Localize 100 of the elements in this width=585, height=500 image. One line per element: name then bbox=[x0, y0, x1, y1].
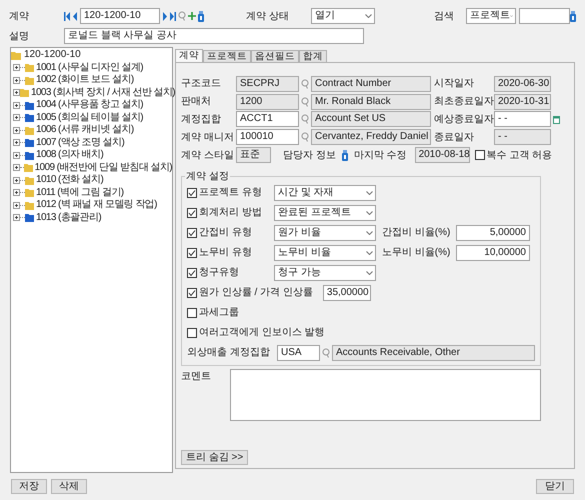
checkbox[interactable] bbox=[187, 328, 197, 338]
checkbox-label: 청구유형 bbox=[199, 266, 240, 280]
expander-icon[interactable] bbox=[13, 189, 20, 196]
name-field: Cervantez, Freddy Daniel bbox=[311, 129, 431, 146]
name-field: Contract Number bbox=[311, 76, 431, 92]
checkbox-label: 여러고객에게 인보이스 발행 bbox=[199, 326, 325, 340]
field-label: 계약 스타일 bbox=[181, 148, 235, 163]
checkbox[interactable] bbox=[474, 150, 485, 160]
last-record-icon[interactable] bbox=[170, 12, 176, 20]
checkbox[interactable] bbox=[187, 248, 197, 258]
code-field: 1200 bbox=[236, 94, 299, 110]
expander-icon[interactable] bbox=[13, 64, 20, 72]
field-label: 계정집합 bbox=[181, 112, 222, 127]
tree-item[interactable]: 1006 (서류 캐비넷 설치) bbox=[36, 124, 134, 136]
expander-icon[interactable] bbox=[13, 76, 20, 84]
expander-icon[interactable] bbox=[13, 139, 20, 146]
date-field: - - bbox=[494, 129, 551, 146]
field-label: 외상매출 계정집합 bbox=[187, 346, 271, 360]
tree-item[interactable]: 1007 (액상 조명 설치) bbox=[36, 136, 124, 149]
document-icon[interactable] bbox=[198, 10, 204, 22]
caret-icon bbox=[366, 250, 373, 255]
tree-item[interactable]: 1012 (벽 패널 재 모델링 작업) bbox=[36, 199, 157, 212]
dropdown[interactable]: 원가 비율 bbox=[274, 224, 376, 241]
name-field: Mr. Ronald Black bbox=[311, 94, 431, 110]
next-record-icon[interactable] bbox=[162, 12, 168, 20]
field-label: 계약 매니저 bbox=[181, 130, 235, 145]
document-icon[interactable] bbox=[342, 150, 348, 161]
calendar-icon[interactable] bbox=[553, 114, 560, 124]
comment-field[interactable] bbox=[230, 368, 541, 421]
tab[interactable]: 옵션필드 bbox=[251, 50, 299, 62]
rate-field[interactable]: 10,00000 bbox=[456, 244, 530, 261]
tree-item[interactable]: 1003 (회사벽 장치 / 서재 선반 설치) bbox=[31, 86, 175, 99]
date-field: 2020-06-30 bbox=[494, 76, 551, 92]
tree-item[interactable]: 1004 (사무용품 창고 설치) bbox=[36, 99, 144, 112]
tree-item[interactable]: 1013 (총괄관리) bbox=[36, 212, 102, 224]
rate-field[interactable]: 5,00000 bbox=[456, 224, 530, 241]
delete-button[interactable]: 삭제 bbox=[51, 479, 87, 494]
code-field: SECPRJ bbox=[236, 76, 299, 92]
tree-item[interactable]: 1009 (배전반에 단일 받침대 설치) bbox=[34, 162, 172, 174]
expander-icon[interactable] bbox=[13, 202, 20, 209]
close-button[interactable]: 닫기 bbox=[536, 479, 574, 494]
tree-toggle-button[interactable]: 트리 숨김 >> bbox=[181, 450, 248, 465]
expander-icon[interactable] bbox=[13, 214, 20, 222]
code-field[interactable]: ACCT1 bbox=[236, 111, 299, 128]
document-icon[interactable] bbox=[570, 10, 576, 22]
field-label: 계약 bbox=[9, 10, 30, 24]
tree-item[interactable]: 1005 (회의실 테이블 설치) bbox=[36, 112, 144, 124]
checkbox-label: 간접비 유형 bbox=[199, 226, 253, 240]
expander-icon[interactable] bbox=[13, 152, 20, 159]
code-field[interactable]: USA bbox=[277, 344, 320, 361]
search-field[interactable] bbox=[519, 8, 570, 24]
number-field[interactable]: 35,00000 bbox=[322, 284, 371, 301]
expander-icon[interactable] bbox=[13, 126, 20, 134]
field-label: 판매처 bbox=[181, 95, 212, 110]
tree-item[interactable]: 1010 (전화 설치) bbox=[36, 174, 104, 186]
checkbox[interactable] bbox=[187, 188, 197, 198]
expander-icon[interactable] bbox=[13, 176, 20, 184]
date-field[interactable]: - - bbox=[494, 111, 551, 128]
save-button[interactable]: 저장 bbox=[11, 479, 47, 494]
tab[interactable]: 합계 bbox=[299, 50, 327, 62]
expander-icon[interactable] bbox=[13, 164, 20, 172]
tree-item[interactable]: 120-1200-10 bbox=[24, 49, 81, 62]
caret-icon bbox=[366, 270, 373, 275]
field-label: 마지막 수정 bbox=[354, 148, 407, 163]
field-label: 노무비 비율(%) bbox=[382, 246, 452, 260]
checkbox[interactable] bbox=[187, 228, 197, 238]
field-label: 최초종료일자 bbox=[434, 95, 494, 110]
field-label: 검색 bbox=[434, 10, 455, 24]
tree-item[interactable]: 1011 (벽에 그림 걸기) bbox=[36, 186, 124, 199]
caret-icon bbox=[366, 230, 373, 235]
checkbox-label: 복수 고객 허용 bbox=[486, 148, 552, 163]
field-label: 예상종료일자 bbox=[434, 112, 494, 127]
caret-icon bbox=[366, 210, 373, 215]
tree-item[interactable]: 1008 (의자 배치) bbox=[36, 149, 104, 162]
dropdown[interactable]: 노무비 비율 bbox=[274, 244, 376, 261]
tab[interactable]: 계약 bbox=[175, 49, 203, 62]
field-label: 설명 bbox=[9, 30, 30, 44]
first-record-icon[interactable] bbox=[64, 12, 70, 20]
status-select[interactable]: 열기 bbox=[311, 8, 375, 24]
checkbox[interactable] bbox=[187, 288, 197, 298]
search-select[interactable]: 프로젝트 bbox=[466, 8, 516, 24]
dropdown[interactable]: 청구 가능 bbox=[274, 264, 376, 281]
checkbox-label: 회계처리 방법 bbox=[199, 206, 263, 220]
tree-item[interactable]: 1002 (화이트 보드 설치) bbox=[36, 74, 134, 86]
checkbox[interactable] bbox=[187, 268, 197, 278]
expander-icon[interactable] bbox=[13, 89, 20, 96]
expander-icon[interactable] bbox=[13, 102, 20, 109]
tab[interactable]: 프로젝트 bbox=[203, 50, 251, 62]
dropdown[interactable]: 시간 및 자재 bbox=[274, 184, 376, 201]
code-field[interactable]: 100010 bbox=[236, 129, 299, 146]
date-field: 2010-08-18 bbox=[414, 147, 470, 164]
plus-icon[interactable] bbox=[188, 12, 196, 20]
checkbox[interactable] bbox=[187, 208, 197, 218]
contract-field[interactable]: 120-1200-10 bbox=[80, 8, 160, 24]
description-field[interactable]: 로널드 블랙 사무실 공사 bbox=[64, 28, 364, 44]
expander-icon[interactable] bbox=[13, 114, 20, 122]
previous-record-icon[interactable] bbox=[72, 12, 78, 20]
checkbox[interactable] bbox=[187, 308, 197, 318]
dropdown[interactable]: 완료된 프로젝트 bbox=[274, 204, 376, 221]
tree-item[interactable]: 1001 (사무실 디자인 설계) bbox=[36, 62, 144, 74]
